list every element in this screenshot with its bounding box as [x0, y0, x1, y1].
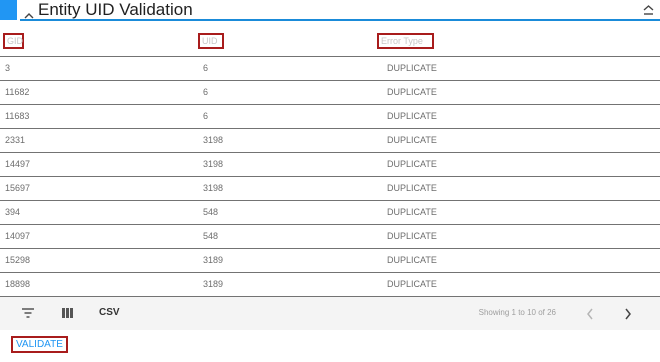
table-row[interactable]: 15697 3198 DUPLICATE — [0, 176, 660, 200]
cell-gid: 14097 — [5, 231, 31, 241]
cell-gid: 2331 — [5, 135, 26, 145]
chevron-up-icon[interactable] — [24, 6, 34, 24]
cell-uid: 548 — [203, 231, 219, 241]
cell-uid: 6 — [203, 63, 209, 73]
cell-error-type: DUPLICATE — [387, 63, 437, 73]
cell-uid: 6 — [203, 111, 209, 121]
validate-button[interactable]: VALIDATE — [11, 336, 68, 353]
cell-gid: 394 — [5, 207, 21, 217]
columns-icon[interactable] — [61, 306, 74, 324]
table-body: 3 6 DUPLICATE 11682 6 DUPLICATE 11683 6 DUPLIC… — [0, 56, 660, 296]
header-accent-bar — [0, 0, 17, 20]
cell-uid: 3189 — [203, 255, 224, 265]
cell-error-type: DUPLICATE — [387, 279, 437, 289]
cell-gid: 15697 — [5, 183, 31, 193]
table-row[interactable]: 14497 3198 DUPLICATE — [0, 152, 660, 176]
table-toolbar: CSV Showing 1 to 10 of 26 — [0, 296, 660, 330]
table-row[interactable]: 18898 3189 DUPLICATE — [0, 272, 660, 296]
csv-export-button[interactable]: CSV — [99, 307, 120, 318]
table-row[interactable]: 11683 6 DUPLICATE — [0, 104, 660, 128]
cell-uid: 3198 — [203, 183, 224, 193]
table-row[interactable]: 11682 6 DUPLICATE — [0, 80, 660, 104]
cell-error-type: DUPLICATE — [387, 111, 437, 121]
cell-gid: 11682 — [5, 87, 30, 97]
chevron-right-icon[interactable] — [624, 307, 632, 325]
cell-uid: 3198 — [203, 159, 224, 169]
cell-uid: 548 — [203, 207, 219, 217]
pagination-info: Showing 1 to 10 of 26 — [478, 308, 556, 317]
filter-icon[interactable] — [21, 306, 35, 324]
cell-gid: 14497 — [5, 159, 31, 169]
cell-gid: 11683 — [5, 111, 30, 121]
cell-uid: 3189 — [203, 279, 224, 289]
table-row[interactable]: 15298 3189 DUPLICATE — [0, 248, 660, 272]
cell-error-type: DUPLICATE — [387, 183, 437, 193]
table-row[interactable]: 14097 548 DUPLICATE — [0, 224, 660, 248]
cell-gid: 3 — [5, 63, 11, 73]
table-row[interactable]: 2331 3198 DUPLICATE — [0, 128, 660, 152]
cell-gid: 18898 — [5, 279, 31, 289]
column-header-error-type[interactable]: Error Type — [377, 33, 434, 49]
table-row[interactable]: 394 548 DUPLICATE — [0, 200, 660, 224]
header-underline — [20, 19, 660, 21]
cell-error-type: DUPLICATE — [387, 255, 437, 265]
cell-error-type: DUPLICATE — [387, 231, 437, 241]
cell-error-type: DUPLICATE — [387, 87, 437, 97]
chevron-left-icon[interactable] — [586, 307, 594, 325]
cell-error-type: DUPLICATE — [387, 135, 437, 145]
section-header: Entity UID Validation — [0, 0, 660, 21]
column-header-uid[interactable]: UID — [198, 33, 224, 49]
cell-uid: 6 — [203, 87, 209, 97]
cell-error-type: DUPLICATE — [387, 159, 437, 169]
table-header: GID UID Error Type — [0, 32, 660, 56]
table-row[interactable]: 3 6 DUPLICATE — [0, 56, 660, 80]
cell-uid: 3198 — [203, 135, 224, 145]
section-title: Entity UID Validation — [38, 0, 193, 19]
column-header-gid[interactable]: GID — [3, 33, 24, 49]
cell-gid: 15298 — [5, 255, 31, 265]
cell-error-type: DUPLICATE — [387, 207, 437, 217]
